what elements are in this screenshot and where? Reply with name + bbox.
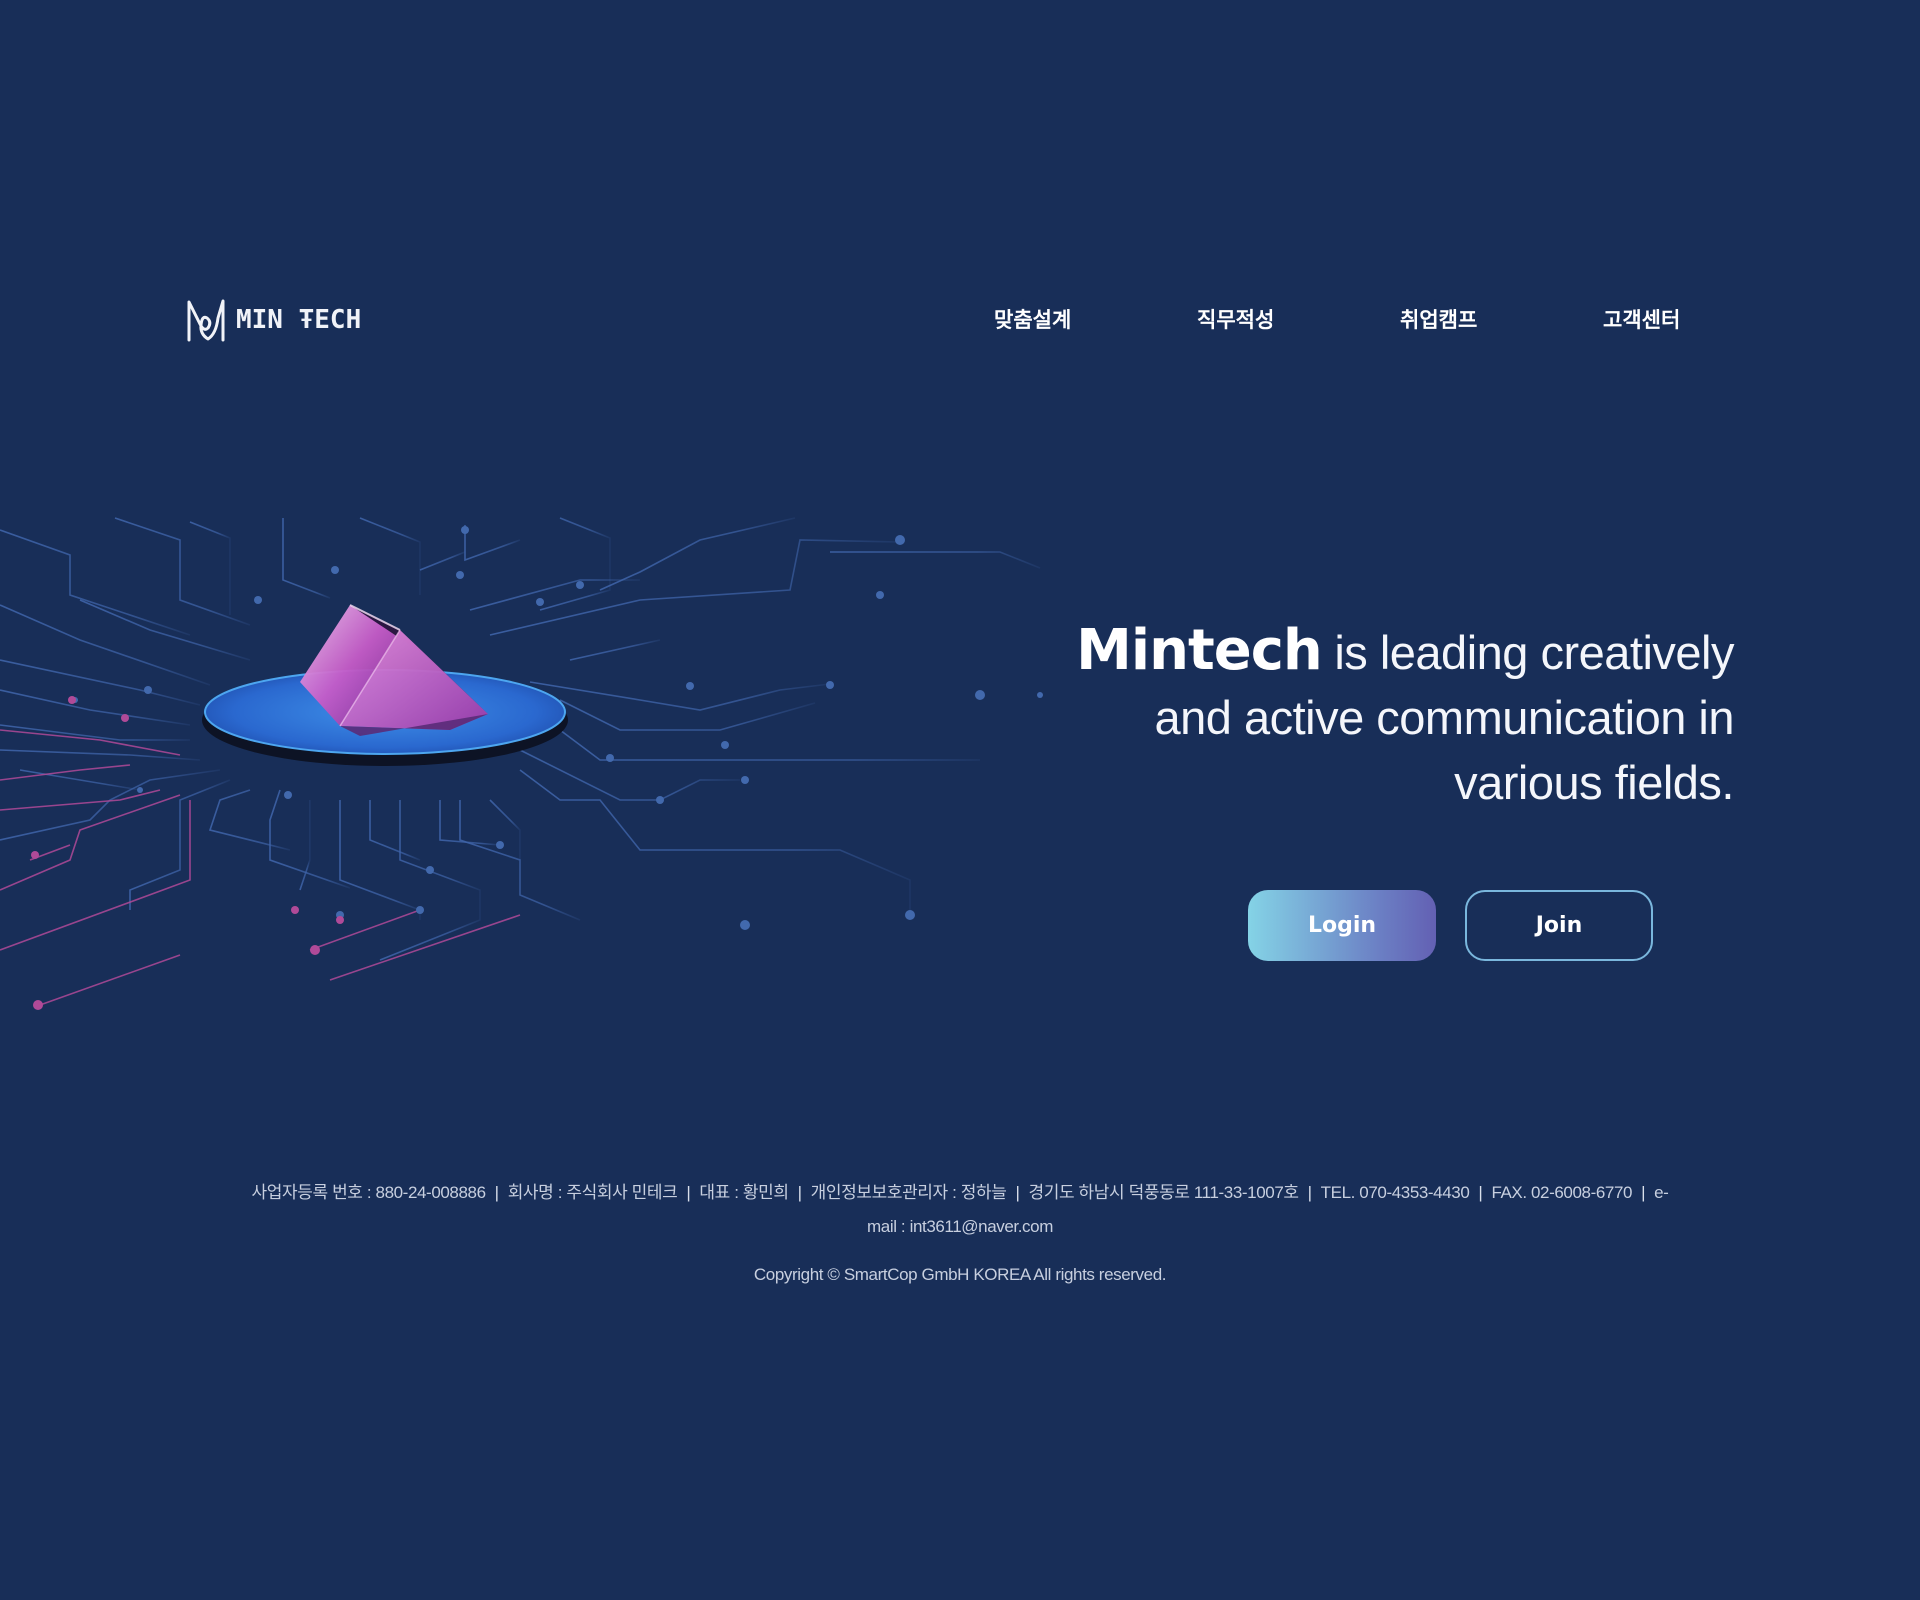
footer-company-name: 회사명 : 주식회사 민테크	[507, 1183, 678, 1202]
footer-fax: FAX. 02-6008-6770	[1491, 1183, 1633, 1202]
footer-tel: TEL. 070-4353-4430	[1320, 1183, 1470, 1202]
nav-item-customer-center[interactable]: 고객센터	[1599, 304, 1802, 334]
main-nav: 맞춤설계 직무적성 취업캠프 고객센터	[990, 304, 1802, 334]
footer-address: 경기도 하남시 덕풍동로 111-33-1007호	[1028, 1183, 1300, 1202]
circuit-board-prism-illustration	[0, 517, 1043, 1010]
hero-line-1-rest: is leading creatively	[1321, 626, 1734, 679]
footer-separator: |	[1307, 1183, 1312, 1202]
footer-separator: |	[797, 1183, 802, 1202]
nav-item-job-aptitude[interactable]: 직무적성	[1193, 304, 1396, 334]
footer-ceo: 대표 : 황민희	[699, 1183, 789, 1202]
hero-brand: Mintech	[1076, 618, 1323, 683]
landing-page: MIN ŦECH 맞춤설계 직무적성 취업캠프 고객센터 Mintech is …	[0, 0, 1920, 1600]
nav-item-custom-design[interactable]: 맞춤설계	[990, 304, 1193, 334]
copyright: Copyright © SmartCop GmbH KOREA All righ…	[753, 1265, 1167, 1284]
site-header: MIN ŦECH 맞춤설계 직무적성 취업캠프 고객센터	[186, 296, 1680, 344]
site-footer: 사업자등록 번호 : 880-24-008886 | 회사명 : 주식회사 민테크 |…	[0, 1176, 1920, 1285]
mintech-m-logo-icon	[187, 299, 225, 342]
footer-separator: |	[1478, 1183, 1483, 1202]
footer-separator: |	[1015, 1183, 1020, 1202]
footer-privacy-officer: 개인정보보호관리자 : 정하늘	[810, 1183, 1007, 1202]
footer-separator: |	[686, 1183, 691, 1202]
footer-separator: |	[1641, 1183, 1646, 1202]
footer-separator: |	[494, 1183, 499, 1202]
hero-line-2: and active communication in	[1154, 691, 1734, 744]
hero-line-3: various fields.	[1454, 756, 1734, 809]
logo-text: MIN ŦECH	[236, 305, 362, 335]
auth-buttons: Login Join	[1248, 890, 1653, 961]
join-button[interactable]: Join	[1465, 890, 1653, 961]
company-info: 사업자등록 번호 : 880-24-008886 | 회사명 : 주식회사 민테크 |…	[240, 1176, 1680, 1244]
login-button[interactable]: Login	[1248, 890, 1436, 961]
nav-item-job-camp[interactable]: 취업캠프	[1396, 304, 1599, 334]
hero-line-1: Mintech is leading creatively	[1034, 618, 1734, 685]
logo-link[interactable]: MIN ŦECH	[186, 298, 361, 342]
hero-text: Mintech is leading creatively and active…	[1034, 618, 1734, 815]
footer-business-number: 사업자등록 번호 : 880-24-008886	[251, 1183, 487, 1202]
